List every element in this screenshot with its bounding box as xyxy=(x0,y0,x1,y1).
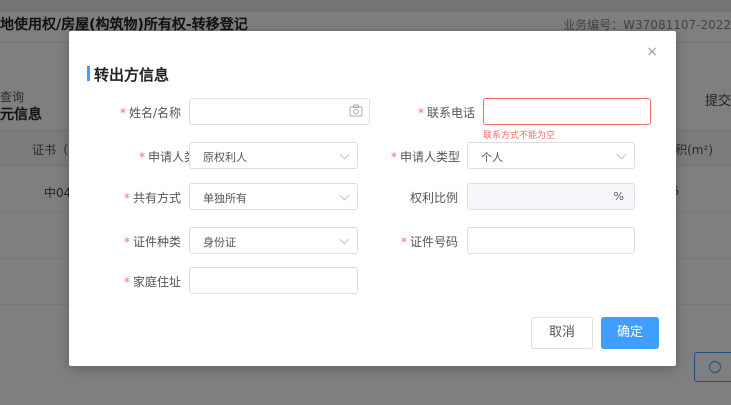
percent-suffix: % xyxy=(613,190,624,203)
id-number-label: * 证件号码 xyxy=(389,233,458,250)
phone-label: * 联系电话 xyxy=(389,104,475,121)
required-mark: * xyxy=(123,235,130,249)
applicant-type-select[interactable]: 个人 xyxy=(467,142,635,169)
chevron-down-icon xyxy=(339,190,350,201)
id-type-value: 身份证 xyxy=(203,236,236,249)
co-ownership-label: * 共有方式 xyxy=(109,189,181,206)
transferor-info-dialog: × 转出方信息 * 姓名/名称 * 联系电话 联系方式不能为空 * 申请人类别 原权利… xyxy=(69,31,676,366)
close-icon[interactable]: × xyxy=(646,45,658,59)
required-mark: * xyxy=(400,235,407,249)
phone-error-message: 联系方式不能为空 xyxy=(483,131,556,141)
name-label-text: 姓名/名称 xyxy=(128,106,181,120)
applicant-category-select[interactable]: 原权利人 xyxy=(189,142,358,169)
chevron-down-icon xyxy=(339,149,350,160)
id-number-input[interactable] xyxy=(467,227,635,254)
phone-label-text: 联系电话 xyxy=(426,106,475,120)
share-ratio-label: 权利比例 xyxy=(409,191,458,205)
phone-input[interactable] xyxy=(483,98,651,125)
required-mark: * xyxy=(417,106,424,120)
co-ownership-value: 单独所有 xyxy=(203,192,247,205)
address-label: * 家庭住址 xyxy=(109,273,181,290)
required-mark: * xyxy=(390,150,397,164)
chevron-down-icon xyxy=(616,149,627,160)
chevron-down-icon xyxy=(339,234,350,245)
applicant-type-label-text: 申请人类型 xyxy=(399,150,460,164)
required-mark: * xyxy=(138,150,145,164)
co-ownership-label-text: 共有方式 xyxy=(132,191,181,205)
id-type-select[interactable]: 身份证 xyxy=(189,227,358,254)
address-label-text: 家庭住址 xyxy=(132,275,181,289)
address-input[interactable] xyxy=(189,267,358,294)
camera-icon[interactable] xyxy=(349,104,363,118)
id-type-label-text: 证件种类 xyxy=(132,235,181,249)
required-mark: * xyxy=(123,275,130,289)
required-mark: * xyxy=(119,106,126,120)
id-type-label: * 证件种类 xyxy=(109,233,181,250)
applicant-type-label: * 申请人类型 xyxy=(369,148,460,165)
required-mark: * xyxy=(123,191,130,205)
co-ownership-select[interactable]: 单独所有 xyxy=(189,183,358,210)
name-label: * 姓名/名称 xyxy=(109,104,181,121)
confirm-button[interactable]: 确定 xyxy=(601,317,659,349)
title-accent-bar xyxy=(87,66,90,81)
applicant-type-value: 个人 xyxy=(481,151,503,164)
share-ratio-input[interactable]: % xyxy=(467,183,635,210)
cancel-button[interactable]: 取消 xyxy=(531,317,593,349)
dialog-title: 转出方信息 xyxy=(94,66,170,84)
applicant-category-value: 原权利人 xyxy=(203,151,247,164)
name-input[interactable] xyxy=(189,98,370,125)
id-number-label-text: 证件号码 xyxy=(409,235,458,249)
